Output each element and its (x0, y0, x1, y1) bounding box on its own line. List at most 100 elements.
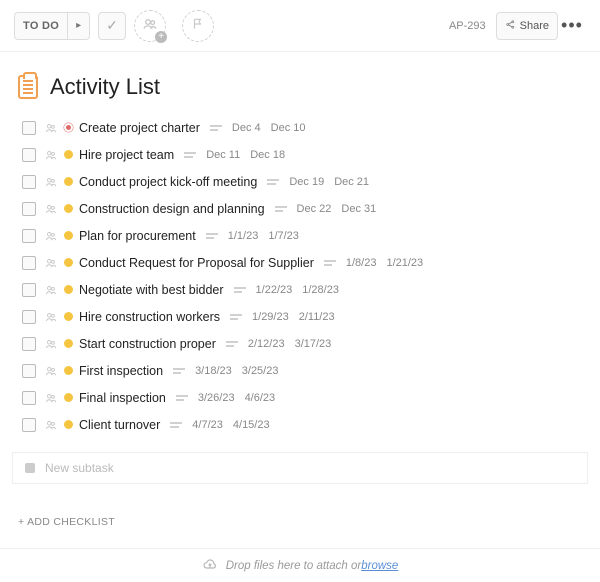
task-title[interactable]: First inspection (79, 364, 163, 378)
task-checkbox[interactable] (22, 310, 36, 324)
more-button[interactable]: ••• (558, 12, 586, 40)
add-checklist-button[interactable]: + ADD CHECKLIST (0, 484, 600, 528)
task-checkbox[interactable] (22, 121, 36, 135)
assign-icon[interactable] (44, 283, 58, 297)
task-end-date[interactable]: Dec 31 (341, 203, 376, 215)
status-dot[interactable] (64, 366, 73, 375)
task-end-date[interactable]: 4/15/23 (233, 419, 270, 431)
description-icon[interactable] (210, 124, 222, 132)
new-subtask-input[interactable]: New subtask (12, 452, 588, 484)
assign-icon[interactable] (44, 310, 58, 324)
description-icon[interactable] (230, 313, 242, 321)
task-title[interactable]: Start construction proper (79, 337, 216, 351)
task-start-date[interactable]: 4/7/23 (192, 419, 223, 431)
status-dot[interactable] (64, 258, 73, 267)
description-icon[interactable] (206, 232, 218, 240)
task-title[interactable]: Plan for procurement (79, 229, 196, 243)
task-title[interactable]: Conduct Request for Proposal for Supplie… (79, 256, 314, 270)
status-dot[interactable] (64, 285, 73, 294)
description-icon[interactable] (170, 421, 182, 429)
description-icon[interactable] (267, 178, 279, 186)
task-end-date[interactable]: Dec 21 (334, 176, 369, 188)
task-checkbox[interactable] (22, 256, 36, 270)
task-start-date[interactable]: Dec 19 (289, 176, 324, 188)
task-row[interactable]: First inspection 3/18/23 3/25/23 (22, 357, 582, 384)
task-title[interactable]: Client turnover (79, 418, 160, 432)
task-row[interactable]: Hire project teamDec 11Dec 18 (22, 141, 582, 168)
share-button[interactable]: Share (496, 12, 558, 40)
task-title[interactable]: Conduct project kick-off meeting (79, 175, 257, 189)
task-checkbox[interactable] (22, 391, 36, 405)
task-end-date[interactable]: 3/25/23 (242, 365, 279, 377)
dropzone[interactable]: Drop files here to attach or browse (0, 548, 600, 582)
task-checkbox[interactable] (22, 418, 36, 432)
task-row[interactable]: Conduct Request for Proposal for Supplie… (22, 249, 582, 276)
task-end-date[interactable]: 1/21/23 (386, 257, 423, 269)
assign-icon[interactable] (44, 175, 58, 189)
task-start-date[interactable]: 3/26/23 (198, 392, 235, 404)
task-title[interactable]: Final inspection (79, 391, 166, 405)
description-icon[interactable] (173, 367, 185, 375)
status-button[interactable]: TO DO (14, 12, 68, 40)
status-dot[interactable] (64, 420, 73, 429)
description-icon[interactable] (234, 286, 246, 294)
task-checkbox[interactable] (22, 202, 36, 216)
status-dot[interactable] (64, 150, 73, 159)
task-checkbox[interactable] (22, 364, 36, 378)
task-row[interactable]: Construction design and planningDec 22De… (22, 195, 582, 222)
task-end-date[interactable]: Dec 18 (250, 149, 285, 161)
assign-icon[interactable] (44, 202, 58, 216)
page-title[interactable]: Activity List (50, 74, 160, 100)
task-start-date[interactable]: 3/18/23 (195, 365, 232, 377)
task-row[interactable]: Plan for procurement1/1/231/7/23 (22, 222, 582, 249)
assign-icon[interactable] (44, 391, 58, 405)
task-title[interactable]: Negotiate with best bidder (79, 283, 224, 297)
task-start-date[interactable]: 2/12/23 (248, 338, 285, 350)
task-start-date[interactable]: 1/29/23 (252, 311, 289, 323)
assign-icon[interactable] (44, 418, 58, 432)
complete-button[interactable]: ✓ (98, 12, 126, 40)
task-end-date[interactable]: 4/6/23 (245, 392, 276, 404)
task-end-date[interactable]: 1/28/23 (302, 284, 339, 296)
description-icon[interactable] (324, 259, 336, 267)
browse-link[interactable]: browse (361, 560, 398, 572)
status-dot[interactable] (64, 393, 73, 402)
task-checkbox[interactable] (22, 175, 36, 189)
task-row[interactable]: Client turnover 4/7/23 4/15/23 (22, 411, 582, 438)
status-dot[interactable] (64, 177, 73, 186)
description-icon[interactable] (275, 205, 287, 213)
task-checkbox[interactable] (22, 283, 36, 297)
description-icon[interactable] (176, 394, 188, 402)
task-start-date[interactable]: 1/8/23 (346, 257, 377, 269)
task-title[interactable]: Construction design and planning (79, 202, 265, 216)
task-row[interactable]: Start construction proper 2/12/23 3/17/23 (22, 330, 582, 357)
task-end-date[interactable]: 3/17/23 (295, 338, 332, 350)
assign-icon[interactable] (44, 256, 58, 270)
task-row[interactable]: Create project charterDec 4Dec 10 (22, 114, 582, 141)
task-checkbox[interactable] (22, 148, 36, 162)
task-start-date[interactable]: Dec 4 (232, 122, 261, 134)
description-icon[interactable] (184, 151, 196, 159)
task-title[interactable]: Create project charter (79, 121, 200, 135)
task-start-date[interactable]: 1/1/23 (228, 230, 259, 242)
status-dot[interactable] (64, 204, 73, 213)
status-dot[interactable] (64, 312, 73, 321)
task-title[interactable]: Hire construction workers (79, 310, 220, 324)
assign-icon[interactable] (44, 229, 58, 243)
task-checkbox[interactable] (22, 337, 36, 351)
task-end-date[interactable]: 2/11/23 (299, 311, 335, 323)
assignees-button[interactable]: + (134, 10, 166, 42)
task-checkbox[interactable] (22, 229, 36, 243)
description-icon[interactable] (226, 340, 238, 348)
status-dot[interactable] (64, 123, 73, 132)
status-dot[interactable] (64, 339, 73, 348)
task-start-date[interactable]: Dec 11 (206, 149, 240, 161)
task-row[interactable]: Final inspection 3/26/23 4/6/23 (22, 384, 582, 411)
task-row[interactable]: Conduct project kick-off meeting Dec 19 De… (22, 168, 582, 195)
task-row[interactable]: Negotiate with best bidder 1/22/23 1/28/23 (22, 276, 582, 303)
assign-icon[interactable] (44, 337, 58, 351)
assign-icon[interactable] (44, 364, 58, 378)
task-start-date[interactable]: 1/22/23 (256, 284, 293, 296)
status-dot[interactable] (64, 231, 73, 240)
assign-icon[interactable] (44, 121, 58, 135)
